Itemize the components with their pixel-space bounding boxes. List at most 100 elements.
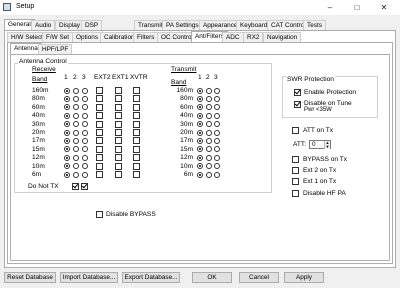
ext2-checkbox[interactable] bbox=[96, 154, 103, 162]
att-down-icon[interactable]: ▼ bbox=[324, 145, 330, 149]
xvtr-checkbox[interactable] bbox=[133, 103, 140, 111]
ext2-checkbox[interactable] bbox=[96, 171, 103, 178]
tx-port-2-radio[interactable] bbox=[206, 154, 212, 161]
tab-dsp[interactable]: DSP bbox=[81, 20, 103, 30]
tab-rx2[interactable]: RX2 bbox=[243, 32, 264, 42]
ext2-checkbox[interactable] bbox=[96, 112, 103, 120]
rx-port-1-radio[interactable] bbox=[64, 87, 70, 94]
ext1-checkbox[interactable] bbox=[115, 87, 122, 94]
ext1-checkbox[interactable] bbox=[115, 112, 122, 120]
xvtr-checkbox[interactable] bbox=[133, 87, 140, 94]
tab-pa-settings[interactable]: PA Settings bbox=[162, 20, 203, 30]
xvtr-checkbox[interactable] bbox=[133, 95, 140, 103]
att-spinner[interactable]: 0 ▲ ▼ bbox=[309, 140, 331, 149]
reset-database-button[interactable]: Reset Database bbox=[4, 272, 56, 283]
rx-port-2-radio[interactable] bbox=[73, 137, 79, 144]
rx-port-3-radio[interactable] bbox=[82, 137, 88, 144]
rx-port-3-radio[interactable] bbox=[82, 112, 88, 119]
rx-port-2-radio[interactable] bbox=[73, 171, 79, 178]
tx-port-2-radio[interactable] bbox=[206, 171, 212, 178]
do-not-tx-port-1-checkbox[interactable] bbox=[72, 183, 79, 190]
ok-button[interactable]: OK bbox=[192, 272, 232, 283]
tx-port-1-radio[interactable] bbox=[197, 154, 203, 161]
tx-port-1-radio[interactable] bbox=[197, 95, 203, 102]
xvtr-checkbox[interactable] bbox=[133, 120, 140, 128]
tab-audio[interactable]: Audio bbox=[31, 20, 56, 30]
bypass-on-tx-checkbox[interactable] bbox=[292, 156, 299, 163]
ext2-checkbox[interactable] bbox=[96, 145, 103, 153]
rx-port-1-radio[interactable] bbox=[64, 171, 70, 178]
ext1-checkbox[interactable] bbox=[115, 95, 122, 103]
rx-port-3-radio[interactable] bbox=[82, 171, 88, 178]
minimize-button[interactable]: – bbox=[320, 0, 340, 15]
tab-options[interactable]: Options bbox=[72, 32, 103, 42]
rx-port-3-radio[interactable] bbox=[82, 154, 88, 161]
tx-port-2-radio[interactable] bbox=[206, 137, 212, 144]
ext2-on-tx-checkbox[interactable] bbox=[292, 167, 299, 174]
ext1-checkbox[interactable] bbox=[115, 120, 122, 128]
do-not-tx-port-2-checkbox[interactable] bbox=[81, 183, 88, 190]
rx-port-3-radio[interactable] bbox=[82, 95, 88, 102]
rx-port-1-radio[interactable] bbox=[64, 129, 70, 136]
ext2-checkbox[interactable] bbox=[96, 87, 103, 94]
rx-port-2-radio[interactable] bbox=[73, 87, 79, 94]
rx-port-2-radio[interactable] bbox=[73, 95, 79, 102]
tx-port-3-radio[interactable] bbox=[214, 129, 220, 136]
tx-port-3-radio[interactable] bbox=[214, 137, 220, 144]
tx-port-3-radio[interactable] bbox=[214, 87, 220, 94]
ext1-checkbox[interactable] bbox=[115, 145, 122, 153]
xvtr-checkbox[interactable] bbox=[133, 171, 140, 178]
tab-hw-select[interactable]: H/W Select bbox=[7, 32, 47, 42]
xvtr-checkbox[interactable] bbox=[133, 129, 140, 136]
ext1-checkbox[interactable] bbox=[115, 129, 122, 136]
ext1-checkbox[interactable] bbox=[115, 162, 122, 170]
close-button[interactable]: ✕ bbox=[374, 0, 394, 15]
import-database-button[interactable]: Import Database... bbox=[60, 272, 118, 283]
tab-display[interactable]: Display bbox=[55, 20, 84, 30]
ext1-checkbox[interactable] bbox=[115, 137, 122, 145]
tx-port-1-radio[interactable] bbox=[197, 137, 203, 144]
rx-port-3-radio[interactable] bbox=[82, 87, 88, 94]
tab-navigation[interactable]: Navigation bbox=[263, 32, 302, 42]
tab-filters[interactable]: Filters bbox=[133, 32, 159, 42]
rx-port-1-radio[interactable] bbox=[64, 137, 70, 144]
enable-protection-checkbox[interactable] bbox=[294, 89, 301, 96]
ext1-checkbox[interactable] bbox=[115, 103, 122, 111]
ext2-checkbox[interactable] bbox=[96, 137, 103, 145]
ext2-checkbox[interactable] bbox=[96, 162, 103, 170]
tab-tests[interactable]: Tests bbox=[303, 20, 326, 30]
rx-port-1-radio[interactable] bbox=[64, 112, 70, 119]
maximize-button[interactable]: □ bbox=[347, 0, 367, 15]
xvtr-checkbox[interactable] bbox=[133, 154, 140, 162]
tab-hpf-lpf[interactable]: HPF/LPF bbox=[38, 44, 73, 54]
xvtr-checkbox[interactable] bbox=[133, 145, 140, 153]
tx-port-3-radio[interactable] bbox=[214, 95, 220, 102]
ext2-checkbox[interactable] bbox=[96, 95, 103, 103]
cancel-button[interactable]: Cancel bbox=[239, 272, 279, 283]
tab-adc[interactable]: ADC bbox=[222, 32, 244, 42]
tx-port-1-radio[interactable] bbox=[197, 112, 203, 119]
disable-bypass-checkbox[interactable] bbox=[96, 211, 103, 218]
att-on-tx-checkbox[interactable] bbox=[292, 127, 299, 134]
disable-hf-pa-checkbox[interactable] bbox=[292, 190, 299, 197]
rx-port-2-radio[interactable] bbox=[73, 129, 79, 136]
tx-port-2-radio[interactable] bbox=[206, 95, 212, 102]
apply-button[interactable]: Apply bbox=[284, 272, 324, 283]
tx-port-3-radio[interactable] bbox=[214, 154, 220, 161]
disable-on-tune-checkbox[interactable] bbox=[294, 101, 301, 108]
tx-port-2-radio[interactable] bbox=[206, 112, 212, 119]
ext1-on-tx-checkbox[interactable] bbox=[292, 178, 299, 185]
rx-port-3-radio[interactable] bbox=[82, 129, 88, 136]
rx-port-2-radio[interactable] bbox=[73, 154, 79, 161]
ext1-checkbox[interactable] bbox=[115, 171, 122, 178]
tx-port-1-radio[interactable] bbox=[197, 87, 203, 94]
ext2-checkbox[interactable] bbox=[96, 103, 103, 111]
tx-port-3-radio[interactable] bbox=[214, 171, 220, 178]
tx-port-1-radio[interactable] bbox=[197, 129, 203, 136]
rx-port-1-radio[interactable] bbox=[64, 95, 70, 102]
xvtr-checkbox[interactable] bbox=[133, 162, 140, 170]
rx-port-1-radio[interactable] bbox=[64, 154, 70, 161]
xvtr-checkbox[interactable] bbox=[133, 137, 140, 145]
ext2-checkbox[interactable] bbox=[96, 129, 103, 136]
rx-port-2-radio[interactable] bbox=[73, 112, 79, 119]
